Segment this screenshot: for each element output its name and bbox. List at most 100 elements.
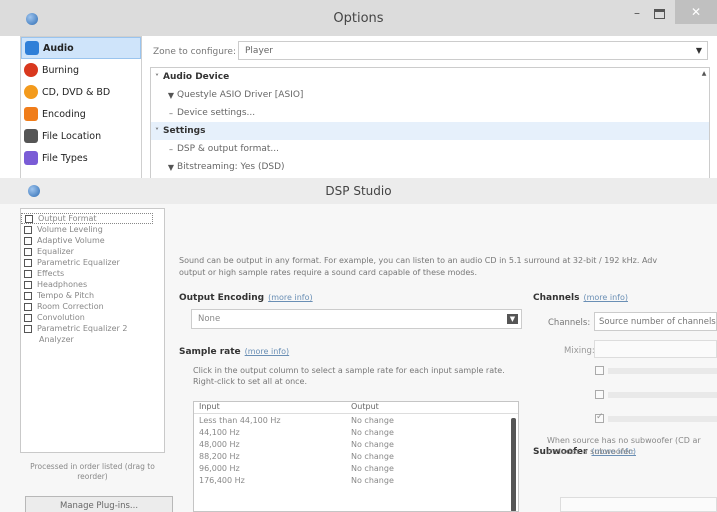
mixing-option-checkbox[interactable] (595, 366, 604, 375)
file-location-icon (24, 129, 38, 143)
plugin-checkbox[interactable] (24, 313, 32, 322)
output-rate[interactable]: No change (346, 416, 496, 425)
plugin-checkbox[interactable] (24, 269, 32, 278)
plugin-analyzer[interactable]: Analyzer (21, 334, 164, 345)
nav-item-file-types[interactable]: File Types (21, 147, 141, 169)
plugin-room-correction[interactable]: Room Correction (21, 301, 164, 312)
nav-item-file-location[interactable]: File Location (21, 125, 141, 147)
zone-label: Zone to configure: (153, 47, 236, 57)
intro-line-2: output or high sample rates require a so… (179, 268, 478, 277)
zone-select[interactable]: Player ▼ (238, 41, 708, 60)
plugin-parametric-equalizer[interactable]: Parametric Equalizer (21, 257, 164, 268)
plugin-checkbox[interactable] (24, 291, 32, 300)
table-row[interactable]: 48,000 Hz No change (194, 438, 518, 450)
maximize-button[interactable] (654, 9, 665, 19)
output-rate[interactable]: No change (346, 428, 496, 437)
tree-item-bitstreaming[interactable]: ▼ Bitstreaming: Yes (DSD) (151, 158, 709, 176)
tree-scrollbar[interactable]: ▲ (699, 68, 709, 178)
nav-item-burning[interactable]: Burning (21, 59, 141, 81)
subwoofer-description: When source has no subwoofer (CD ar incl… (547, 435, 717, 457)
output-encoding-select[interactable]: None ▼ (191, 309, 522, 329)
burning-icon (24, 63, 38, 77)
subwoofer-select[interactable] (560, 497, 717, 512)
plugin-output-format[interactable]: Output Format (21, 213, 153, 224)
subwoofer-desc-line-2: includes a subwoofer: (547, 447, 635, 456)
tree-item-dsp-output[interactable]: – DSP & output format... (151, 140, 709, 158)
channels-select[interactable]: Source number of channels (594, 312, 717, 331)
plugin-effects[interactable]: Effects (21, 268, 164, 279)
input-rate: 96,000 Hz (199, 463, 240, 473)
plugin-checkbox[interactable] (25, 214, 33, 223)
output-rate[interactable]: No change (346, 464, 496, 473)
plugin-adaptive-volume[interactable]: Adaptive Volume (21, 235, 164, 246)
table-header: Input Output (194, 402, 518, 414)
plugin-checkbox[interactable] (24, 280, 32, 289)
plugin-checkbox[interactable] (24, 324, 32, 333)
nav-item-encoding[interactable]: Encoding (21, 103, 141, 125)
tree-label: Questyle ASIO Driver [ASIO] (177, 90, 304, 100)
output-rate[interactable]: No change (346, 452, 496, 461)
channels-label: Channels: (548, 318, 591, 328)
chevron-down-icon: ▼ (507, 314, 518, 324)
plugin-checkbox[interactable] (24, 302, 32, 311)
output-encoding-heading: Output Encoding (more info) (179, 293, 313, 303)
nav-item-audio[interactable]: Audio (21, 37, 141, 59)
plugin-checkbox[interactable] (24, 225, 32, 234)
tree-item-device-settings[interactable]: – Device settings... (151, 104, 709, 122)
window-title: DSP Studio (325, 184, 392, 198)
mixing-option-checkbox[interactable] (595, 390, 604, 399)
intro-text: Sound can be output in any format. For e… (179, 255, 717, 279)
dropdown-icon: ▼ (167, 90, 175, 100)
manage-plugins-button[interactable]: Manage Plug-ins... (25, 496, 173, 512)
section-label: Sample rate (179, 347, 241, 357)
tree-section-audio-device[interactable]: ˅ Audio Device (151, 68, 709, 86)
plugin-volume-leveling[interactable]: Volume Leveling (21, 224, 164, 235)
close-button[interactable]: ✕ (675, 0, 717, 24)
scroll-up-icon[interactable]: ▲ (699, 70, 709, 77)
output-rate[interactable]: No change (346, 440, 496, 449)
sample-rate-heading: Sample rate (more info) (179, 347, 289, 357)
more-info-link[interactable]: (more info) (268, 293, 313, 302)
dsp-studio-window: DSP Studio Output Format Volume Leveling… (0, 178, 717, 512)
plugin-label: Output Format (38, 214, 97, 223)
mixing-option-label (608, 368, 717, 374)
input-rate: 48,000 Hz (199, 439, 240, 449)
options-title-bar[interactable]: Options – ✕ (0, 0, 717, 36)
tree-section-settings[interactable]: ˅ Settings (151, 122, 709, 140)
plugin-headphones[interactable]: Headphones (21, 279, 164, 290)
input-rate: 88,200 Hz (199, 451, 240, 461)
plugin-parametric-equalizer-2[interactable]: Parametric Equalizer 2 (21, 323, 164, 334)
table-row[interactable]: 176,400 Hz No change (194, 474, 518, 486)
plugin-checkbox[interactable] (24, 236, 32, 245)
mixing-option-checkbox[interactable] (595, 412, 604, 423)
plugin-convolution[interactable]: Convolution (21, 312, 164, 323)
plugin-equalizer[interactable]: Equalizer (21, 246, 164, 257)
table-row[interactable]: Less than 44,100 Hz No change (194, 414, 518, 426)
mixing-label: Mixing: (564, 346, 595, 356)
plugin-label: Volume Leveling (37, 225, 103, 234)
nav-item-cd-dvd-bd[interactable]: CD, DVD & BD (21, 81, 141, 103)
more-info-link[interactable]: (more info) (245, 347, 290, 356)
minimize-button[interactable]: – (630, 7, 644, 22)
plugin-list: Output Format Volume Leveling Adaptive V… (20, 208, 165, 453)
plugin-checkbox[interactable] (24, 258, 32, 267)
sample-rate-table: Input Output Less than 44,100 Hz No chan… (193, 401, 519, 512)
nav-item-label: CD, DVD & BD (42, 86, 111, 98)
table-row[interactable]: 44,100 Hz No change (194, 426, 518, 438)
collapse-icon: ˅ (155, 72, 159, 82)
plugin-checkbox[interactable] (24, 247, 32, 256)
output-rate[interactable]: No change (346, 476, 496, 485)
table-scrollbar[interactable] (511, 418, 516, 511)
tree-item-asio-driver[interactable]: ▼ Questyle ASIO Driver [ASIO] (151, 86, 709, 104)
section-label: Channels (533, 293, 580, 303)
plugin-label: Parametric Equalizer 2 (37, 324, 128, 333)
dsp-title-bar[interactable]: DSP Studio (0, 178, 717, 204)
more-info-link[interactable]: (more info) (583, 293, 628, 302)
mixing-select[interactable] (594, 340, 717, 358)
table-row[interactable]: 96,000 Hz No change (194, 462, 518, 474)
table-row[interactable]: 88,200 Hz No change (194, 450, 518, 462)
nav-item-label: File Location (42, 130, 102, 142)
plugin-label: Headphones (37, 280, 88, 289)
input-rate: 44,100 Hz (199, 427, 240, 437)
plugin-tempo-pitch[interactable]: Tempo & Pitch (21, 290, 164, 301)
